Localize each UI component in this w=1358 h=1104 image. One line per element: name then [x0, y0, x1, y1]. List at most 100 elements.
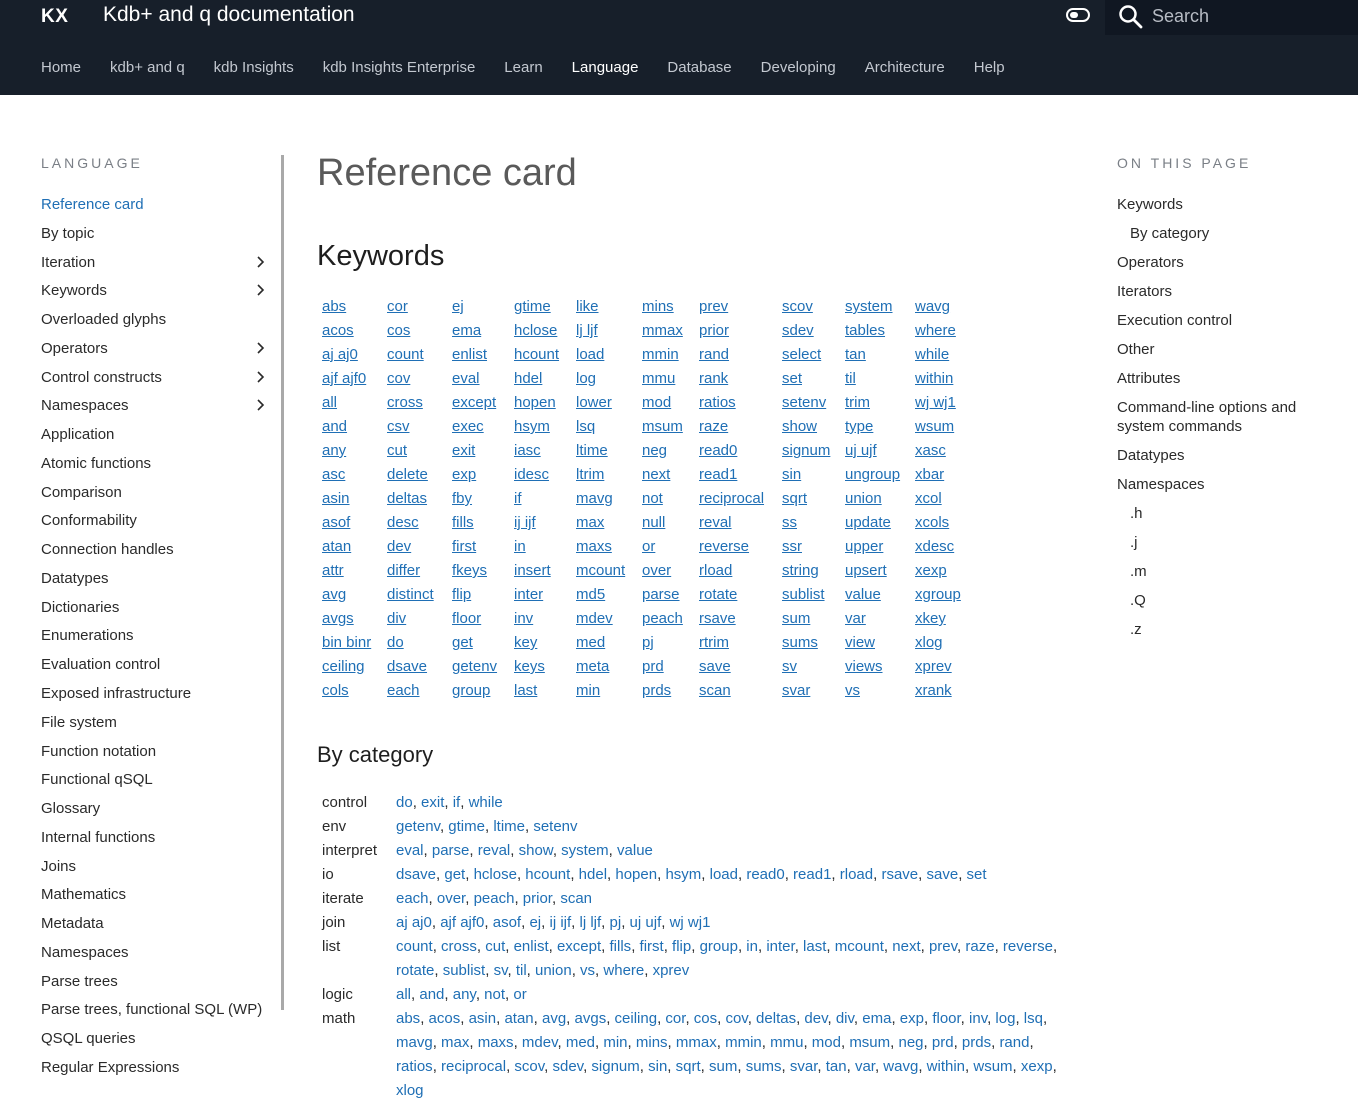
keyword-link[interactable]: update — [845, 513, 900, 537]
sidebar-item-qsql-queries[interactable]: QSQL queries — [41, 1029, 271, 1058]
keyword-link[interactable]: xcols — [915, 513, 961, 537]
sidebar-item-comparison[interactable]: Comparison — [41, 483, 271, 512]
keyword-link[interactable]: type — [845, 417, 900, 441]
sidebar-item-iteration[interactable]: Iteration — [41, 253, 271, 282]
toc-item-m[interactable]: .m — [1117, 562, 1337, 591]
keyword-link[interactable]: deltas — [387, 489, 434, 513]
category-keyword-link[interactable]: while — [469, 794, 503, 811]
sidebar-item-connection-handles[interactable]: Connection handles — [41, 540, 271, 569]
category-keyword-link[interactable]: eval — [396, 842, 424, 859]
keyword-link[interactable]: raze — [699, 417, 764, 441]
category-keyword-link[interactable]: mmin — [725, 1034, 762, 1051]
keyword-link[interactable]: lsq — [576, 417, 625, 441]
keyword-link[interactable]: ajf ajf0 — [322, 369, 371, 393]
chevron-right-icon[interactable] — [253, 370, 267, 384]
keyword-link[interactable]: rtrim — [699, 633, 764, 657]
keyword-link[interactable]: xcol — [915, 489, 961, 513]
keyword-link[interactable]: read1 — [699, 465, 764, 489]
category-keyword-link[interactable]: each — [396, 890, 429, 907]
category-keyword-link[interactable]: hcount — [525, 866, 570, 883]
category-keyword-link[interactable]: cut — [485, 938, 505, 955]
keyword-link[interactable]: insert — [514, 561, 559, 585]
keyword-link[interactable]: pj — [642, 633, 683, 657]
sidebar-item-overloaded-glyphs[interactable]: Overloaded glyphs — [41, 310, 271, 339]
nav-tab-architecture[interactable]: Architecture — [865, 59, 945, 79]
category-keyword-link[interactable]: max — [441, 1034, 469, 1051]
keyword-link[interactable]: hopen — [514, 393, 559, 417]
keyword-link[interactable]: mins — [642, 297, 683, 321]
sidebar-item-internal-functions[interactable]: Internal functions — [41, 828, 271, 857]
keyword-link[interactable]: prior — [699, 321, 764, 345]
keyword-link[interactable]: avg — [322, 585, 371, 609]
category-keyword-link[interactable]: sdev — [552, 1058, 583, 1075]
sidebar-item-joins[interactable]: Joins — [41, 857, 271, 886]
category-keyword-link[interactable]: and — [419, 986, 444, 1003]
category-keyword-link[interactable]: hclose — [474, 866, 517, 883]
keyword-link[interactable]: value — [845, 585, 900, 609]
category-keyword-link[interactable]: msum — [849, 1034, 890, 1051]
category-keyword-link[interactable]: any — [453, 986, 476, 1003]
keyword-link[interactable]: sum — [782, 609, 830, 633]
category-keyword-link[interactable]: deltas — [756, 1010, 796, 1027]
keyword-link[interactable]: enlist — [452, 345, 497, 369]
keyword-link[interactable]: inter — [514, 585, 559, 609]
keyword-link[interactable]: ceiling — [322, 657, 371, 681]
sidebar-item-file-system[interactable]: File system — [41, 713, 271, 742]
category-keyword-link[interactable]: abs — [396, 1010, 420, 1027]
keyword-link[interactable]: acos — [322, 321, 371, 345]
category-keyword-link[interactable]: lsq — [1024, 1010, 1043, 1027]
keyword-link[interactable]: differ — [387, 561, 434, 585]
sidebar-item-namespaces[interactable]: Namespaces — [41, 943, 271, 972]
category-keyword-link[interactable]: ratios — [396, 1058, 433, 1075]
category-keyword-link[interactable]: prior — [523, 890, 552, 907]
category-keyword-link[interactable]: ema — [862, 1010, 891, 1027]
keyword-link[interactable]: first — [452, 537, 497, 561]
keyword-link[interactable]: prds — [642, 681, 683, 705]
keyword-link[interactable]: while — [915, 345, 961, 369]
keyword-link[interactable]: mmax — [642, 321, 683, 345]
keyword-link[interactable]: hclose — [514, 321, 559, 345]
toc-item-j[interactable]: .j — [1117, 533, 1337, 562]
keyword-link[interactable]: rload — [699, 561, 764, 585]
category-keyword-link[interactable]: maxs — [478, 1034, 514, 1051]
keyword-link[interactable]: save — [699, 657, 764, 681]
category-keyword-link[interactable]: mdev — [522, 1034, 558, 1051]
keyword-link[interactable]: not — [642, 489, 683, 513]
category-keyword-link[interactable]: cor — [665, 1010, 685, 1027]
keyword-link[interactable]: xasc — [915, 441, 961, 465]
chevron-right-icon[interactable] — [253, 255, 267, 269]
category-keyword-link[interactable]: xprev — [653, 962, 690, 979]
chevron-right-icon[interactable] — [253, 283, 267, 297]
keyword-link[interactable]: sqrt — [782, 489, 830, 513]
category-keyword-link[interactable]: var — [855, 1058, 875, 1075]
category-keyword-link[interactable]: hopen — [615, 866, 657, 883]
category-keyword-link[interactable]: flip — [672, 938, 691, 955]
keyword-link[interactable]: set — [782, 369, 830, 393]
toc-item-attributes[interactable]: Attributes — [1117, 369, 1337, 398]
toc-item-datatypes[interactable]: Datatypes — [1117, 446, 1337, 475]
keyword-link[interactable]: rotate — [699, 585, 764, 609]
keyword-link[interactable]: cut — [387, 441, 434, 465]
keyword-link[interactable]: dev — [387, 537, 434, 561]
category-keyword-link[interactable]: mcount — [835, 938, 884, 955]
sidebar-item-namespaces[interactable]: Namespaces — [41, 396, 271, 425]
sidebar-item-metadata[interactable]: Metadata — [41, 914, 271, 943]
category-keyword-link[interactable]: mmax — [676, 1034, 717, 1051]
keyword-link[interactable]: each — [387, 681, 434, 705]
nav-tab-language[interactable]: Language — [572, 59, 639, 79]
keyword-link[interactable]: eval — [452, 369, 497, 393]
keyword-link[interactable]: ss — [782, 513, 830, 537]
category-keyword-link[interactable]: set — [967, 866, 987, 883]
category-keyword-link[interactable]: sums — [746, 1058, 782, 1075]
keyword-link[interactable]: asin — [322, 489, 371, 513]
keyword-link[interactable]: log — [576, 369, 625, 393]
color-scheme-toggle-icon[interactable] — [1066, 8, 1090, 22]
keyword-link[interactable]: mdev — [576, 609, 625, 633]
category-keyword-link[interactable]: svar — [790, 1058, 818, 1075]
keyword-link[interactable]: msum — [642, 417, 683, 441]
keyword-link[interactable]: read0 — [699, 441, 764, 465]
category-keyword-link[interactable]: cross — [441, 938, 477, 955]
category-keyword-link[interactable]: prev — [929, 938, 957, 955]
category-keyword-link[interactable]: cos — [694, 1010, 717, 1027]
keyword-link[interactable]: cov — [387, 369, 434, 393]
